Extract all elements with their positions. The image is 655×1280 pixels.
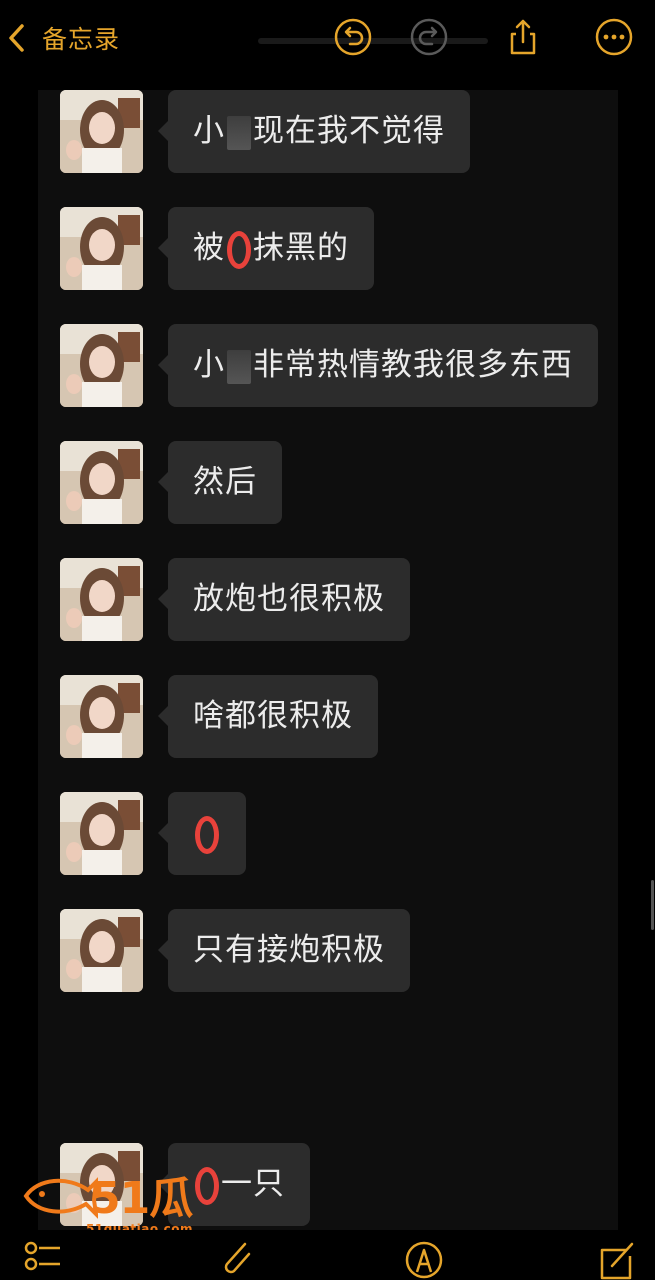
compose-icon [600,1242,634,1280]
undo-button[interactable] [330,14,376,60]
message-bubble: 啥都很积极 [158,675,378,758]
redaction-mark [227,349,251,384]
undo-icon [334,18,372,56]
avatar [60,324,143,407]
avatar-photo [60,207,143,290]
avatar [60,441,143,524]
share-icon [510,19,536,55]
red-circle-mark [227,230,251,269]
message-text-after: 抹黑的 [253,230,349,266]
avatar-photo [60,90,143,173]
avatar [60,90,143,173]
attachment-button[interactable] [215,1236,255,1280]
avatar-photo [60,558,143,641]
markup-icon [405,1241,443,1279]
message-text-before: 被 [193,230,225,266]
navigation-bar: 备忘录 [0,0,655,80]
avatar [60,207,143,290]
message-bubble: 小现在我不觉得 [158,90,470,173]
avatar [60,558,143,641]
avatar-photo [60,792,143,875]
avatar-photo [60,909,143,992]
attachment-icon [224,1242,251,1274]
message-bubble: 被抹黑的 [158,207,374,290]
message-text-before: 小 [193,347,225,383]
message-text-before: 啥都很积极 [193,698,353,734]
message-text-after: 一只 [221,1166,285,1202]
share-button[interactable] [500,14,546,60]
message-bubble: 只有接炮积极 [158,909,410,992]
message-bubble [158,792,246,875]
message-bubble: 放炮也很积极 [158,558,410,641]
avatar-photo [60,324,143,407]
compose-button[interactable] [596,1236,636,1280]
back-button[interactable]: 备忘录 [6,18,120,58]
redaction-mark [227,115,251,150]
avatar [60,909,143,992]
message-text-before: 小 [193,113,225,149]
message-bubble: 然后 [158,441,282,524]
message-text-before: 放炮也很积极 [193,581,385,617]
more-icon [595,18,633,56]
more-button[interactable] [591,14,637,60]
avatar-photo [60,675,143,758]
message-bubble: 小非常热情教我很多东西 [158,324,598,407]
checklist-icon [24,1241,60,1271]
redo-icon [410,18,448,56]
fish-logo-icon [23,1177,98,1219]
avatar [60,792,143,875]
watermark-logo: 51瓜条 51guatiao.com [22,1160,227,1280]
avatar [60,675,143,758]
message-text-before: 然后 [193,464,257,500]
scroll-indicator[interactable] [651,880,654,930]
message-text-before: 只有接炮积极 [193,932,385,968]
back-chevron-icon [9,24,24,52]
bottom-toolbar [0,1230,655,1280]
red-circle-mark [195,815,219,854]
avatar-photo [60,441,143,524]
message-text-after: 现在我不觉得 [253,113,445,149]
markup-button[interactable] [404,1236,444,1280]
message-text-after: 非常热情教我很多东西 [253,347,573,383]
back-label: 备忘录 [42,25,121,54]
redo-button[interactable] [406,14,452,60]
checklist-button[interactable] [22,1236,62,1280]
